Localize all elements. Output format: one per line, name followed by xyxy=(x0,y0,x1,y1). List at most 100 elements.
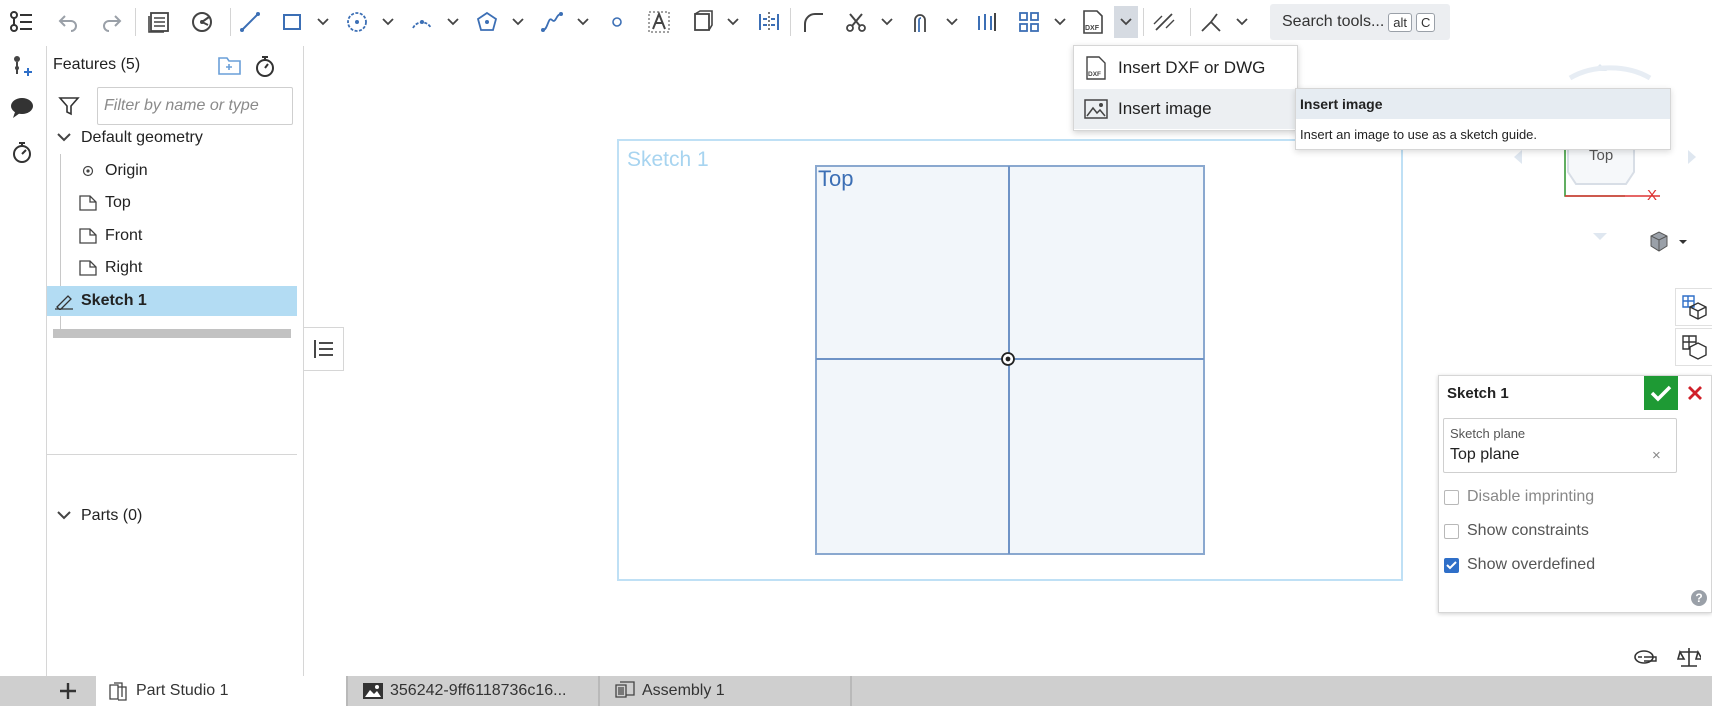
pattern-dropdown-caret-icon[interactable] xyxy=(1051,6,1069,38)
search-tools-button[interactable]: Search tools... alt C xyxy=(1270,4,1450,40)
redo-icon[interactable] xyxy=(96,6,128,38)
arc-dropdown-caret-icon[interactable] xyxy=(444,6,462,38)
measure-balance-icon[interactable] xyxy=(1674,644,1704,670)
sketch-dialog: Sketch 1 Sketch plane Top plane × Disabl… xyxy=(1438,375,1712,613)
feature-tree-toggle-icon[interactable] xyxy=(6,6,38,38)
origin-icon xyxy=(77,160,99,182)
insert-dxf-icon[interactable]: DXF xyxy=(1077,6,1109,38)
default-geometry-group[interactable]: Default geometry xyxy=(53,123,303,153)
tree-item-origin[interactable]: Origin xyxy=(77,156,327,186)
circle-dropdown-caret-icon[interactable] xyxy=(379,6,397,38)
menu-item-insert-image[interactable]: Insert image xyxy=(1074,89,1297,129)
appearance-panel-icon[interactable] xyxy=(1675,288,1712,326)
sketch-plane-field[interactable]: Sketch plane Top plane × xyxy=(1443,418,1677,473)
tree-scrollbar[interactable] xyxy=(53,329,291,338)
sketch-plane-value: Top plane xyxy=(1450,446,1520,463)
pattern-icon[interactable] xyxy=(1013,6,1045,38)
rectangle-icon[interactable] xyxy=(276,6,308,38)
feature-list-toggle-icon[interactable] xyxy=(304,327,344,371)
mirror-icon[interactable] xyxy=(753,6,785,38)
menu-item-insert-dxf[interactable]: DXF Insert DXF or DWG xyxy=(1074,48,1297,88)
filter-input[interactable] xyxy=(97,87,293,125)
clear-icon[interactable]: × xyxy=(1652,447,1661,464)
checkbox[interactable] xyxy=(1444,489,1459,505)
dialog-title: Sketch 1 xyxy=(1447,385,1509,402)
polygon-icon[interactable] xyxy=(471,6,503,38)
undo-icon[interactable] xyxy=(52,6,84,38)
tab-image-file[interactable]: 356242-9ff6118736c16... xyxy=(350,676,598,706)
line-icon[interactable] xyxy=(234,6,266,38)
feature-panel: Features (5) Default geometry Origin Top… xyxy=(46,46,304,676)
insert-menu: DXF Insert DXF or DWG Insert image xyxy=(1073,45,1298,131)
parts-group[interactable]: Parts (0) xyxy=(53,501,303,531)
linear-pattern-icon[interactable] xyxy=(971,6,1003,38)
part-studio-icon xyxy=(108,680,130,702)
arc-icon[interactable] xyxy=(406,6,438,38)
plane-icon xyxy=(77,257,99,279)
image-icon xyxy=(362,680,384,702)
tree-item-top[interactable]: Top xyxy=(77,188,327,218)
option-disable-imprinting[interactable]: Disable imprinting xyxy=(1444,488,1594,506)
sketch-plane-label: Sketch plane xyxy=(1450,426,1526,441)
tab-assembly-1[interactable]: Assembly 1 xyxy=(602,676,850,706)
features-list-icon[interactable] xyxy=(143,6,175,38)
measure-icon[interactable] xyxy=(186,6,218,38)
tab-label: Assembly 1 xyxy=(642,682,725,699)
construction-icon[interactable] xyxy=(687,6,719,38)
accept-button[interactable] xyxy=(1644,376,1678,410)
option-show-constraints[interactable]: Show constraints xyxy=(1444,522,1589,540)
parts-label: Parts (0) xyxy=(81,507,143,524)
tree-item-label: Right xyxy=(105,259,143,276)
rectangle-dropdown-caret-icon[interactable] xyxy=(314,6,332,38)
chevron-down-icon[interactable] xyxy=(53,505,75,527)
tab-label: Part Studio 1 xyxy=(136,682,229,699)
option-show-overdefined[interactable]: Show overdefined xyxy=(1444,556,1595,574)
help-icon[interactable]: ? xyxy=(1691,590,1707,606)
assembly-icon xyxy=(614,680,636,702)
cancel-button[interactable] xyxy=(1680,376,1710,410)
tabs-bar: Part Studio 1 356242-9ff6118736c16... As… xyxy=(0,676,1712,706)
rollback-timer-icon[interactable] xyxy=(253,54,279,80)
checkbox[interactable] xyxy=(1444,523,1459,539)
offset-dropdown-caret-icon[interactable] xyxy=(943,6,961,38)
add-tab-icon[interactable] xyxy=(46,676,90,706)
transform-icon[interactable] xyxy=(1195,6,1227,38)
check-icon xyxy=(1650,385,1672,402)
origin-marker-icon[interactable] xyxy=(1000,351,1016,367)
tab-part-studio-1[interactable]: Part Studio 1 xyxy=(96,676,346,706)
tab-label: 356242-9ff6118736c16... xyxy=(390,682,567,699)
fillet-icon[interactable] xyxy=(797,6,829,38)
units-icon[interactable] xyxy=(1630,644,1660,670)
add-folder-icon[interactable] xyxy=(217,54,243,80)
plane-icon xyxy=(77,192,99,214)
trim-icon[interactable] xyxy=(840,6,872,38)
option-label: Disable imprinting xyxy=(1467,488,1595,505)
trim-dropdown-caret-icon[interactable] xyxy=(878,6,896,38)
default-geometry-label: Default geometry xyxy=(81,129,203,146)
spline-dropdown-caret-icon[interactable] xyxy=(574,6,592,38)
tree-item-right[interactable]: Right xyxy=(77,253,327,283)
tree-item-front[interactable]: Front xyxy=(77,221,327,251)
shortcut-key-alt: alt xyxy=(1388,12,1413,32)
view-mode-icon[interactable] xyxy=(1647,230,1691,254)
comments-icon[interactable] xyxy=(6,92,38,124)
checkbox-checked[interactable] xyxy=(1444,557,1459,573)
svg-text:DXF: DXF xyxy=(1088,71,1101,78)
add-variable-icon[interactable] xyxy=(6,50,38,82)
filter-icon[interactable] xyxy=(57,94,83,120)
transform-dropdown-caret-icon[interactable] xyxy=(1233,6,1251,38)
insert-dropdown-caret-icon[interactable] xyxy=(1114,6,1138,38)
spline-icon[interactable] xyxy=(536,6,568,38)
construction-dropdown-caret-icon[interactable] xyxy=(724,6,742,38)
polygon-dropdown-caret-icon[interactable] xyxy=(509,6,527,38)
chevron-down-icon[interactable] xyxy=(53,127,75,149)
text-icon[interactable] xyxy=(643,6,675,38)
dimension-icon[interactable] xyxy=(1148,6,1180,38)
circle-icon[interactable] xyxy=(341,6,373,38)
point-icon[interactable] xyxy=(601,6,633,38)
plane-icon xyxy=(77,225,99,247)
parts-panel-icon[interactable] xyxy=(1675,328,1712,366)
offset-icon[interactable] xyxy=(905,6,937,38)
timer-icon[interactable] xyxy=(6,136,38,168)
tree-item-sketch-1[interactable]: Sketch 1 xyxy=(47,286,297,316)
